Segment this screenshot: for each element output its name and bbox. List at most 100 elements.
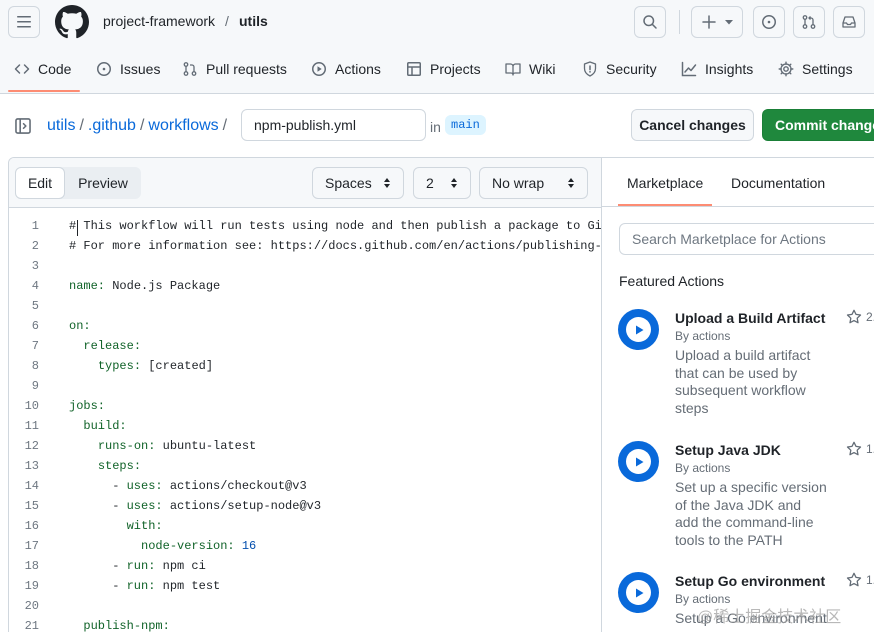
sidebar-expand-icon[interactable] — [14, 117, 32, 135]
code-line[interactable]: 17 node-version: 16 — [9, 536, 601, 556]
pull-requests-button[interactable] — [793, 6, 825, 38]
code-line[interactable]: 19 - run: npm test — [9, 576, 601, 596]
line-content: publish-npm: — [39, 619, 169, 632]
create-new-button[interactable] — [691, 6, 743, 38]
featured-actions-heading: Featured Actions — [619, 273, 725, 289]
line-number: 9 — [31, 379, 39, 393]
line-content: node-version: 16 — [39, 539, 256, 553]
github-logo-icon[interactable] — [55, 5, 89, 39]
line-content: # For more information see: https://docs… — [69, 239, 602, 253]
yaml-key: with: — [126, 519, 163, 533]
line-number: 6 — [31, 319, 39, 333]
action-description: Set up a specific version of the Java JD… — [675, 479, 827, 548]
star-icon — [846, 441, 862, 456]
code-line[interactable]: 7 release: — [9, 336, 601, 356]
path-segment-github[interactable]: .github — [88, 117, 136, 135]
marketplace-search-input[interactable] — [619, 223, 874, 255]
yaml-key: steps: — [97, 459, 142, 473]
issues-button[interactable] — [753, 6, 785, 38]
text-cursor — [77, 220, 78, 236]
triangle-down-icon — [725, 20, 733, 25]
code-line[interactable]: 8 types: [created] — [9, 356, 601, 376]
code-line[interactable]: 18 - run: npm ci — [9, 556, 601, 576]
indent-mode-value: Spaces — [325, 175, 372, 191]
tab-insights[interactable]: Insights — [681, 58, 753, 80]
code-lines[interactable]: 1 # This workflow will run tests using no… — [9, 208, 602, 632]
code-line[interactable]: 11 build: — [9, 416, 601, 436]
repo-nav: Code Issues Pull requests Actions Projec… — [0, 44, 874, 94]
path-segment-workflows[interactable]: workflows — [148, 117, 218, 135]
action-author: By actions — [675, 461, 731, 475]
line-number: 21 — [24, 619, 39, 632]
code-line[interactable]: 12 runs-on: ubuntu-latest — [9, 436, 601, 456]
line-content: - run: npm test — [69, 579, 221, 593]
play-triangle-icon — [635, 588, 643, 597]
action-name[interactable]: Setup Go environment — [675, 573, 825, 589]
tab-settings[interactable]: Settings — [778, 58, 853, 80]
code-line[interactable]: 4 name: Node.js Package — [9, 276, 601, 296]
tab-issues[interactable]: Issues — [96, 58, 160, 80]
tab-code[interactable]: Code — [14, 58, 71, 80]
search-button[interactable] — [634, 6, 666, 38]
commit-changes-button[interactable]: Commit changes — [762, 109, 874, 141]
tab-wiki[interactable]: Wiki — [505, 58, 555, 80]
in-label: in — [430, 119, 441, 135]
select-arrows-icon — [568, 178, 574, 188]
tab-insights-label: Insights — [705, 61, 754, 77]
breadcrumb-owner[interactable]: project-framework — [103, 13, 215, 29]
line-content: steps: — [39, 459, 141, 473]
issue-opened-icon — [762, 15, 776, 29]
menu-button[interactable] — [8, 6, 40, 38]
yaml-key: node-version: — [141, 539, 235, 553]
cancel-changes-button[interactable]: Cancel changes — [631, 109, 754, 141]
tab-edit[interactable]: Edit — [15, 167, 65, 199]
line-content: release: — [39, 339, 141, 353]
line-content: name: Node.js Package — [69, 279, 221, 293]
indent-mode-select[interactable]: Spaces — [312, 167, 404, 199]
line-number: 3 — [31, 259, 39, 273]
breadcrumb-separator: / — [225, 13, 229, 29]
action-stars[interactable]: 2. — [846, 309, 874, 325]
wrap-mode-select[interactable]: No wrap — [479, 167, 588, 199]
code-line[interactable]: 6 on: — [9, 316, 601, 336]
action-name[interactable]: Setup Java JDK — [675, 442, 781, 458]
stars-count: 2. — [866, 310, 874, 324]
edit-preview-toggle: Edit Preview — [15, 167, 141, 199]
tab-security-label: Security — [606, 61, 657, 77]
tab-pull-requests[interactable]: Pull requests — [182, 58, 287, 80]
filename-input[interactable] — [241, 109, 426, 141]
inbox-button[interactable] — [833, 6, 865, 38]
tab-actions[interactable]: Actions — [311, 58, 381, 80]
action-play-icon — [618, 309, 659, 350]
code-line[interactable]: 15 - uses: actions/setup-node@v3 — [9, 496, 601, 516]
action-stars[interactable]: 1. — [846, 572, 874, 588]
breadcrumb-repo[interactable]: utils — [239, 13, 268, 29]
code-line[interactable]: 14 - uses: actions/checkout@v3 — [9, 476, 601, 496]
line-number: 2 — [31, 239, 39, 253]
code-line[interactable]: 21 publish-npm: — [9, 616, 601, 632]
select-arrows-icon — [451, 178, 457, 188]
action-name[interactable]: Upload a Build Artifact — [675, 310, 825, 326]
action-stars[interactable]: 1. — [846, 441, 874, 457]
code-line[interactable]: 2 # For more information see: https://doc… — [9, 236, 602, 256]
code-line[interactable]: 9 — [9, 376, 601, 396]
tab-documentation[interactable]: Documentation — [731, 175, 825, 191]
tab-security[interactable]: Security — [582, 58, 657, 80]
path-segment-utils[interactable]: utils — [47, 117, 75, 135]
code-line[interactable]: 13 steps: — [9, 456, 601, 476]
code-line[interactable]: 16 with: — [9, 516, 601, 536]
code-editor: Edit Preview Spaces 2 No wrap 1 # This wo… — [8, 157, 602, 632]
code-line[interactable]: 3 — [9, 256, 601, 276]
code-line[interactable]: 10 jobs: — [9, 396, 601, 416]
line-content: - uses: actions/checkout@v3 — [69, 479, 307, 493]
tab-projects[interactable]: Projects — [406, 58, 481, 80]
tab-marketplace[interactable]: Marketplace — [627, 175, 703, 191]
code-line[interactable]: 20 — [9, 596, 601, 616]
tab-code-label: Code — [38, 61, 72, 77]
code-line[interactable]: 5 — [9, 296, 601, 316]
stars-count: 1. — [866, 573, 874, 587]
line-number: 16 — [24, 519, 39, 533]
tab-preview[interactable]: Preview — [65, 167, 141, 199]
indent-size-select[interactable]: 2 — [413, 167, 471, 199]
code-line[interactable]: 1 # This workflow will run tests using no… — [9, 216, 601, 236]
